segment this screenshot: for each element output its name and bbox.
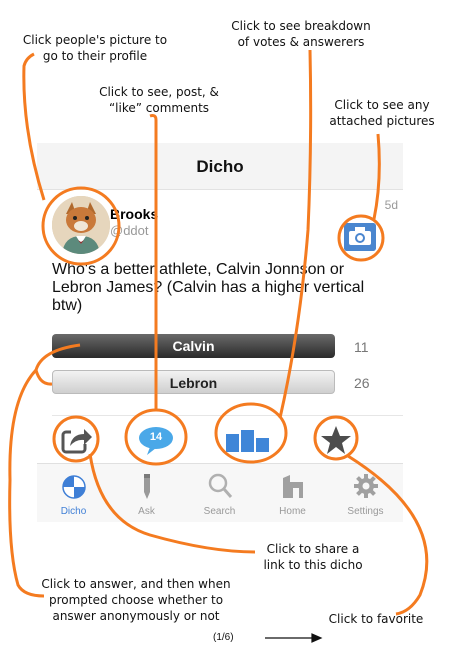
star-icon[interactable]	[316, 420, 356, 460]
dicho-icon	[61, 472, 87, 500]
post-time: 5d	[384, 198, 398, 212]
answer-count-1: 11	[354, 339, 369, 355]
answer-button-2[interactable]: Lebron	[52, 370, 335, 394]
comments-icon[interactable]: 14	[136, 420, 176, 460]
next-arrow-head	[311, 633, 323, 643]
tab-ask[interactable]: Ask	[110, 464, 183, 522]
share-icon[interactable]	[56, 420, 96, 460]
tab-home-label: Home	[279, 506, 306, 517]
user-name[interactable]: Brooks	[110, 206, 158, 222]
annotation-favorite: Click to favorite	[328, 612, 424, 626]
magnifier-icon	[207, 472, 233, 500]
tab-ask-label: Ask	[138, 506, 155, 517]
gear-icon	[353, 472, 379, 500]
pencil-icon	[134, 472, 160, 500]
annotation-share: Click to share a link to this dicho	[263, 542, 363, 572]
tab-dicho-label: Dicho	[60, 506, 87, 517]
page-indicator: (1/6)	[213, 632, 234, 643]
avatar[interactable]	[52, 196, 110, 254]
annotation-profile: Click people's picture to go to their pr…	[22, 33, 168, 63]
comment-count: 14	[149, 431, 163, 443]
answer-count-2: 26	[354, 375, 370, 391]
tab-bar: Dicho Ask Search Home Settings	[37, 463, 403, 522]
annotation-comments: Click to see, post, & “like” comments	[99, 85, 219, 115]
annotation-answer: Click to answer, and then when prompted …	[41, 577, 231, 623]
tab-settings-label: Settings	[347, 506, 384, 517]
annotation-votes: Click to see breakdown of votes & answer…	[231, 19, 371, 49]
question-text: Who's a better athlete, Calvin Jonnson o…	[52, 261, 365, 314]
tab-home[interactable]: Home	[256, 464, 329, 522]
nav-bar: Dicho	[37, 143, 403, 190]
page-title: Dicho	[196, 157, 244, 176]
tab-settings[interactable]: Settings	[329, 464, 402, 522]
answer-button-1[interactable]: Calvin	[52, 334, 335, 358]
user-handle: @ddot	[110, 223, 149, 238]
tab-search-label: Search	[203, 506, 236, 517]
divider	[52, 415, 403, 416]
app-screen: Dicho Brooks @ddot 5d Who's a better ath…	[37, 143, 403, 522]
annotation-pictures: Click to see any attached pictures	[329, 98, 435, 128]
house-icon	[280, 472, 306, 500]
camera-icon[interactable]	[344, 223, 376, 251]
tab-dicho[interactable]: Dicho	[37, 464, 110, 522]
tab-search[interactable]: Search	[183, 464, 256, 522]
vote-breakdown-icon[interactable]	[224, 420, 272, 460]
